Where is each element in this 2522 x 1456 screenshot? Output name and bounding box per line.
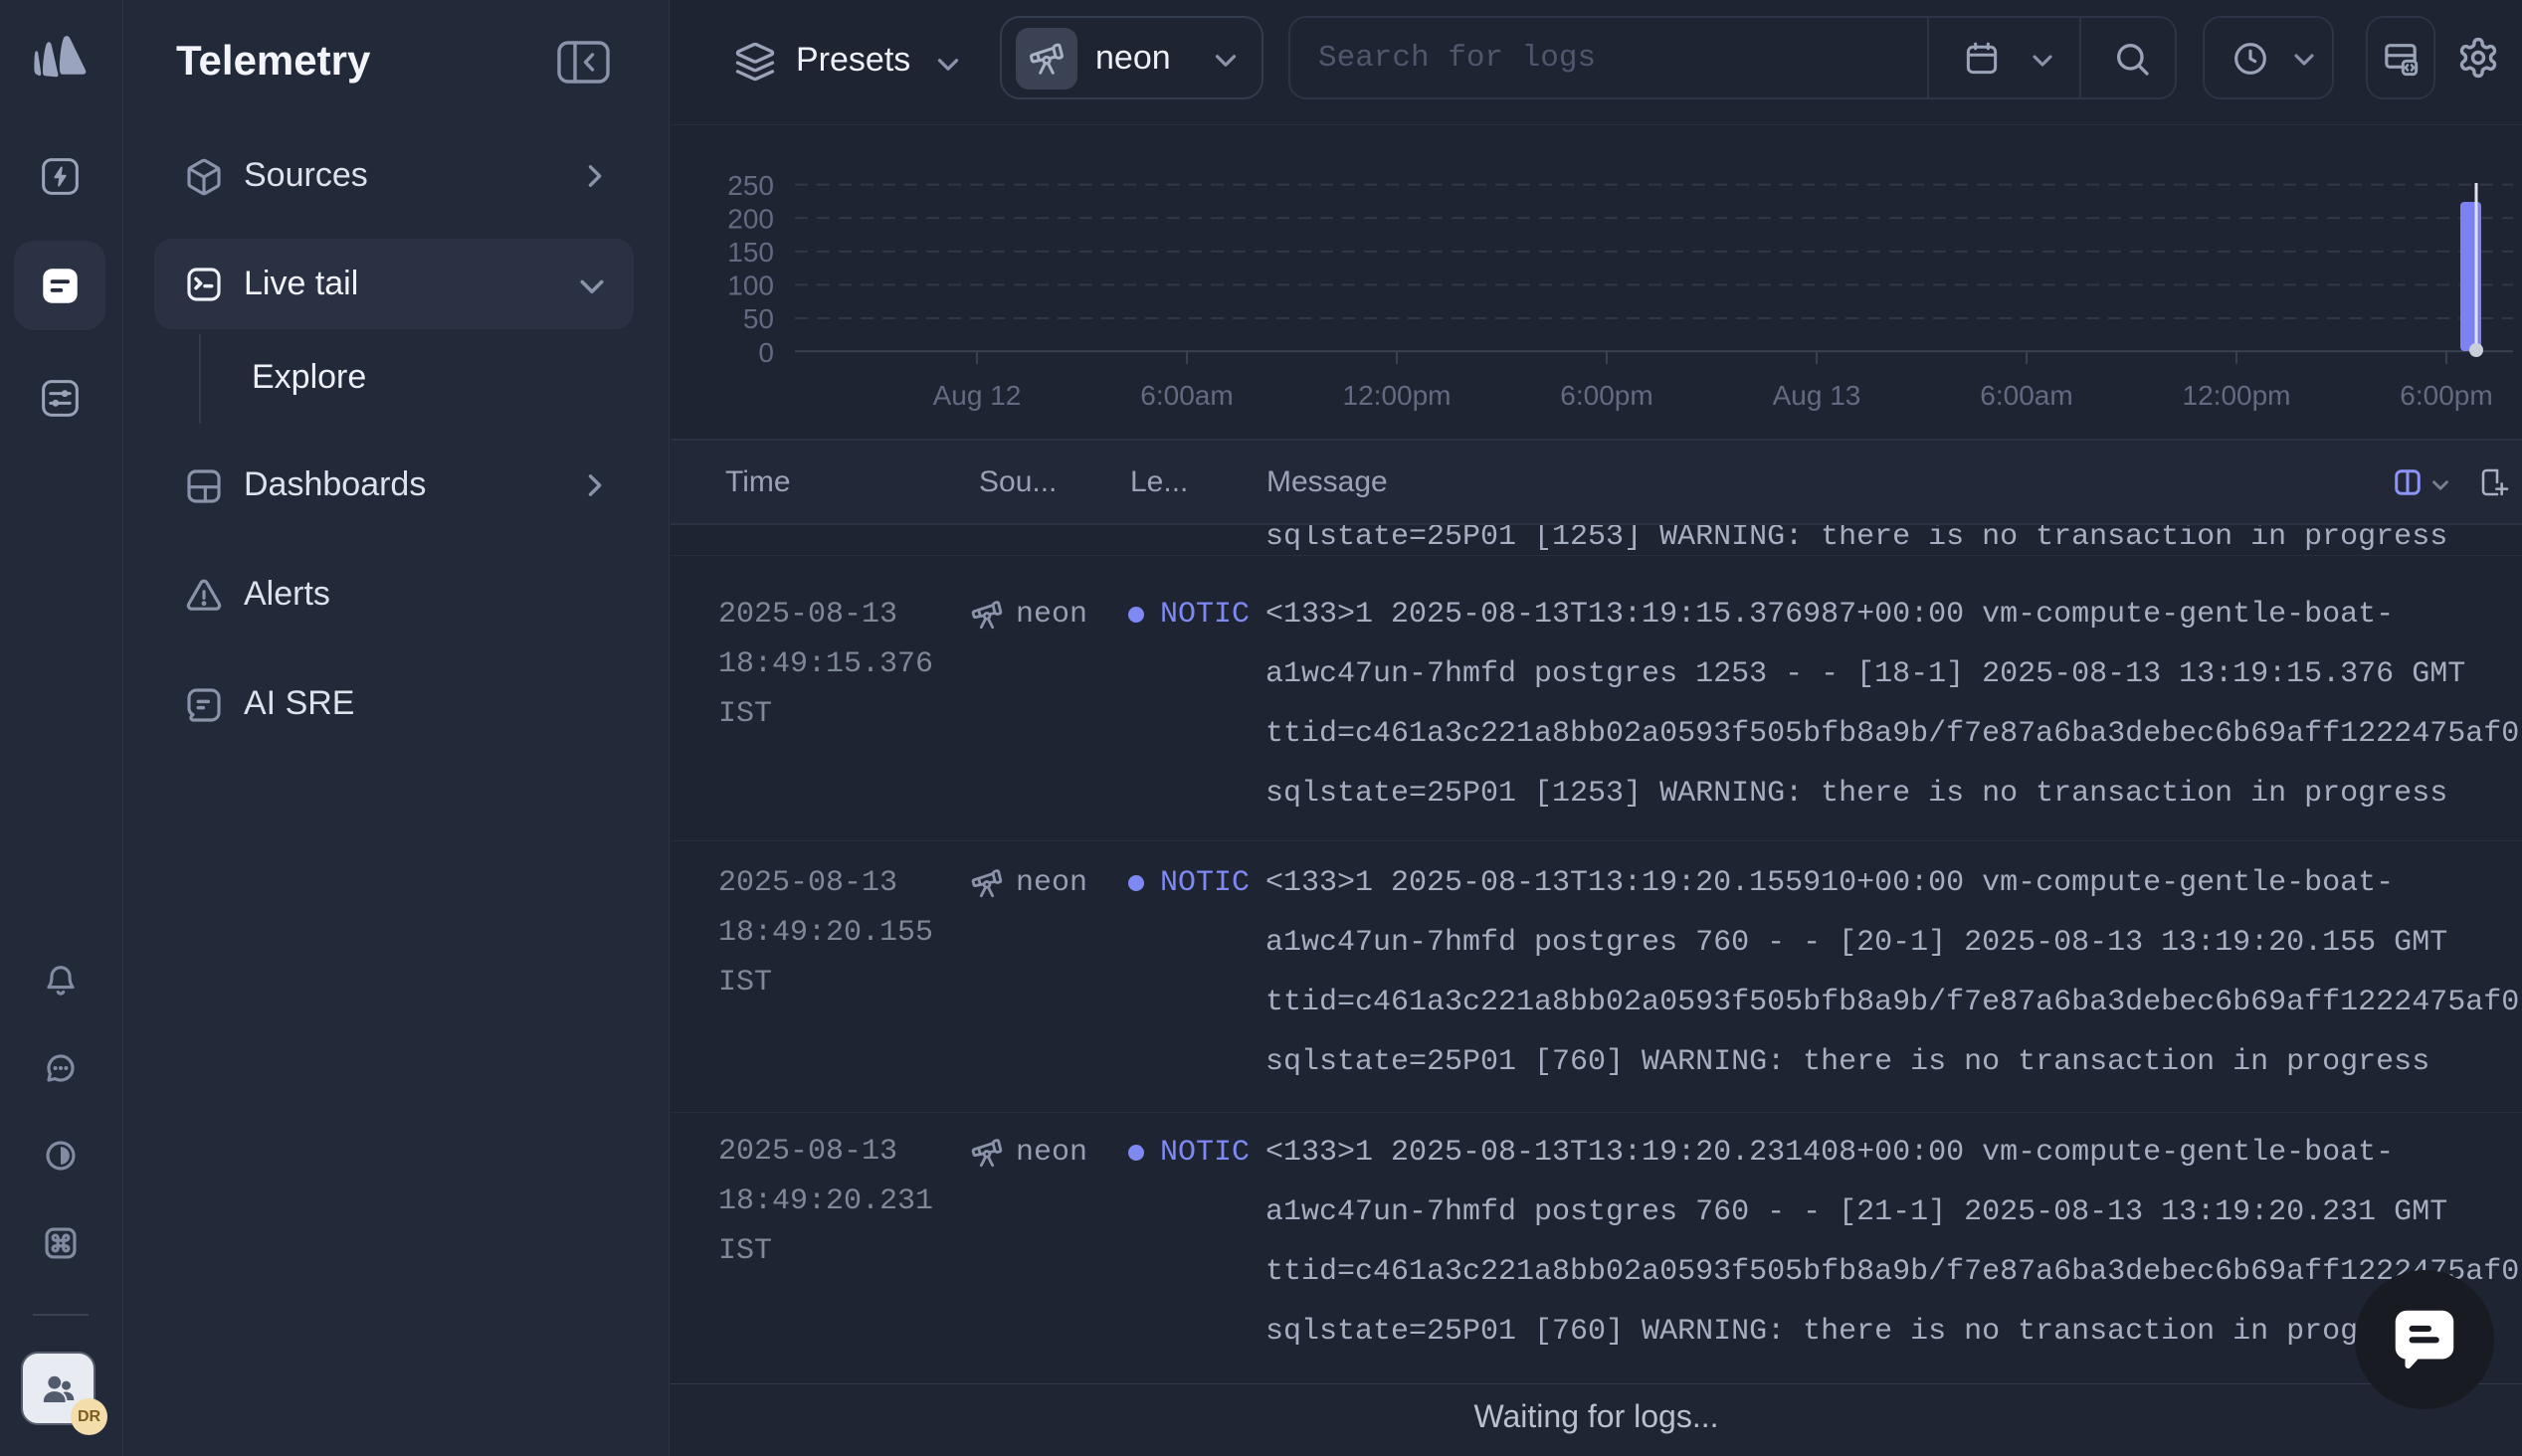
svg-text:Aug 12: Aug 12	[933, 380, 1022, 411]
svg-text:6:00pm: 6:00pm	[2400, 380, 2492, 411]
svg-text:50: 50	[743, 303, 774, 334]
svg-text:6:00am: 6:00am	[1140, 380, 1233, 411]
svg-text:100: 100	[727, 271, 774, 301]
svg-text:12:00pm: 12:00pm	[2183, 380, 2291, 411]
svg-text:150: 150	[727, 237, 774, 268]
svg-text:12:00pm: 12:00pm	[1343, 380, 1452, 411]
svg-text:6:00pm: 6:00pm	[1560, 380, 1652, 411]
svg-text:0: 0	[758, 337, 774, 368]
svg-text:250: 250	[727, 170, 774, 201]
svg-text:6:00am: 6:00am	[1980, 380, 2072, 411]
svg-text:200: 200	[727, 204, 774, 235]
svg-text:Aug 13: Aug 13	[1773, 380, 1861, 411]
